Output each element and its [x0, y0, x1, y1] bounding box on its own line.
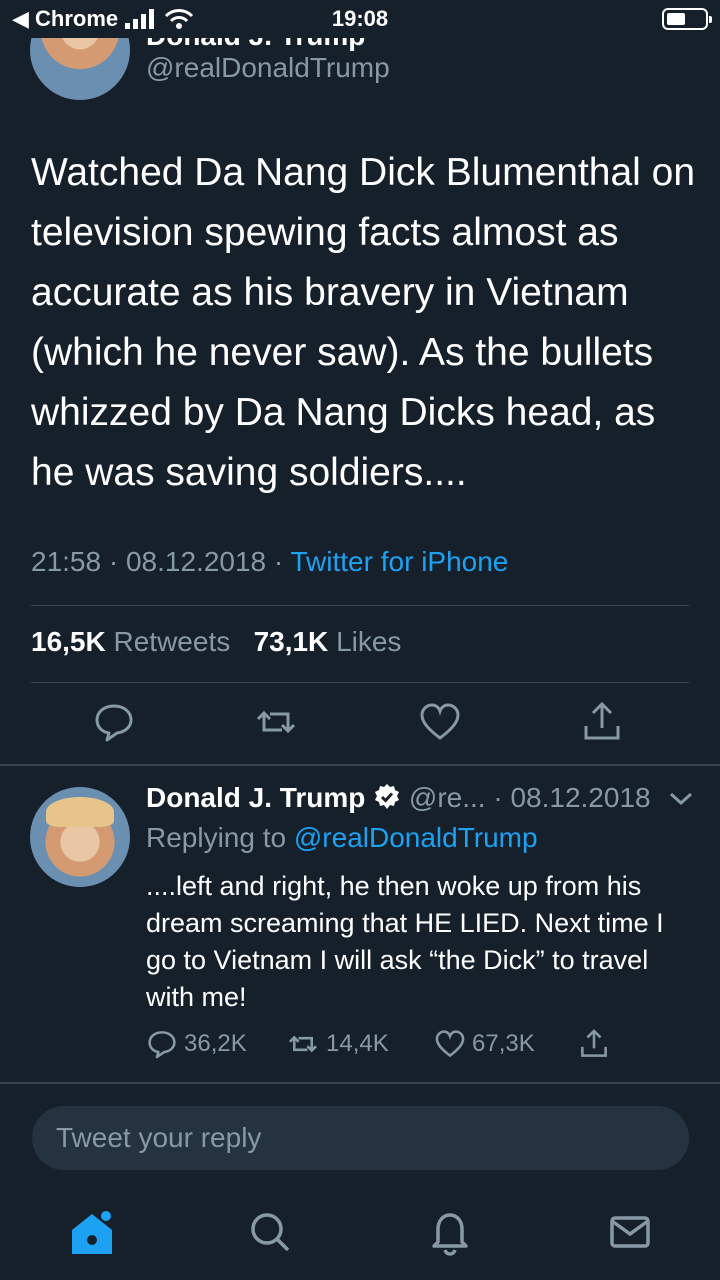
reply-like-button[interactable]: 67,3K [434, 1028, 535, 1060]
bottom-tab-bar [0, 1190, 720, 1280]
battery-icon [662, 8, 712, 30]
reply-icon [148, 1031, 176, 1059]
retweets-stat[interactable]: 16,5K Retweets [31, 626, 230, 657]
mail-icon [610, 1216, 650, 1248]
tweet-time: 21:58 [31, 546, 102, 577]
like-button[interactable] [418, 700, 462, 744]
status-bar: ◀ Chrome 19:08 [0, 0, 720, 38]
retweets-count: 16,5K [31, 626, 106, 657]
reply-tweet[interactable]: Donald J. Trump @re... · 08.12.2018 Repl… [0, 770, 720, 1080]
author-avatar[interactable] [30, 38, 130, 100]
tweet-source-link[interactable]: Twitter for iPhone [291, 546, 509, 577]
reply-header: Donald J. Trump @re... · 08.12.2018 [146, 782, 651, 814]
divider [31, 682, 689, 683]
heart-icon [435, 1030, 465, 1058]
reply-handle-date: @re... · 08.12.2018 [408, 782, 651, 813]
likes-count: 73,1K [253, 626, 329, 657]
tweet-stats: 16,5K Retweets 73,1K Likes [31, 626, 401, 658]
tweet-author-header: Donald J. Trump @realDonaldTrump [0, 38, 720, 108]
reply-text: ....left and right, he then woke up from… [146, 871, 664, 1012]
reply-retweet-button[interactable]: 14,4K [286, 1028, 389, 1060]
likes-label: Likes [336, 626, 402, 657]
divider [0, 1082, 720, 1084]
share-icon [584, 701, 620, 740]
author-name[interactable]: Donald J. Trump [146, 38, 365, 52]
reply-reply-button[interactable]: 36,2K [146, 1028, 247, 1060]
reply-icon [95, 704, 133, 742]
tab-home[interactable] [62, 1202, 122, 1262]
retweets-label: Retweets [113, 626, 231, 657]
tweet-meta: 21:58 · 08.12.2018 · Twitter for iPhone [31, 546, 508, 578]
meta-separator: · [273, 546, 291, 577]
reply-likes-count: 67,3K [472, 1030, 535, 1057]
tab-messages[interactable] [600, 1202, 660, 1262]
retweet-button[interactable] [254, 700, 298, 744]
retweet-icon [289, 1035, 317, 1053]
share-button[interactable] [580, 700, 624, 744]
heart-icon [420, 703, 460, 740]
replying-prefix: Replying to [146, 822, 287, 853]
search-icon [251, 1213, 290, 1252]
tab-notifications[interactable] [420, 1202, 480, 1262]
reply-button[interactable] [92, 700, 136, 744]
tweet-actions [0, 700, 720, 750]
meta-separator: · [108, 546, 126, 577]
reply-author-name[interactable]: Donald J. Trump [146, 782, 365, 813]
replying-mention-link[interactable]: @realDonaldTrump [294, 822, 538, 853]
reply-replies-count: 36,2K [184, 1030, 247, 1057]
bell-icon [432, 1213, 468, 1256]
reply-avatar[interactable] [30, 787, 130, 887]
reply-composer [0, 1090, 720, 1190]
reply-share-button[interactable] [578, 1028, 610, 1060]
clock: 19:08 [331, 6, 389, 31]
replying-to: Replying to @realDonaldTrump [146, 822, 538, 854]
tab-search[interactable] [240, 1202, 300, 1262]
home-icon [72, 1211, 112, 1254]
divider [0, 764, 720, 766]
reply-input[interactable] [32, 1106, 689, 1170]
author-handle[interactable]: @realDonaldTrump [146, 52, 390, 84]
tweet-text: Watched Da Nang Dick Blumenthal on telev… [31, 151, 696, 494]
retweet-icon [256, 710, 296, 734]
reply-actions: 36,2K 14,4K 67,3K [146, 1028, 626, 1068]
tweet-date: 08.12.2018 [125, 546, 267, 577]
verified-badge-icon [375, 784, 400, 809]
divider [31, 605, 689, 606]
reply-retweets-count: 14,4K [326, 1030, 389, 1057]
likes-stat[interactable]: 73,1K Likes [254, 626, 402, 657]
chevron-down-icon[interactable] [668, 790, 694, 808]
share-icon [581, 1029, 607, 1057]
